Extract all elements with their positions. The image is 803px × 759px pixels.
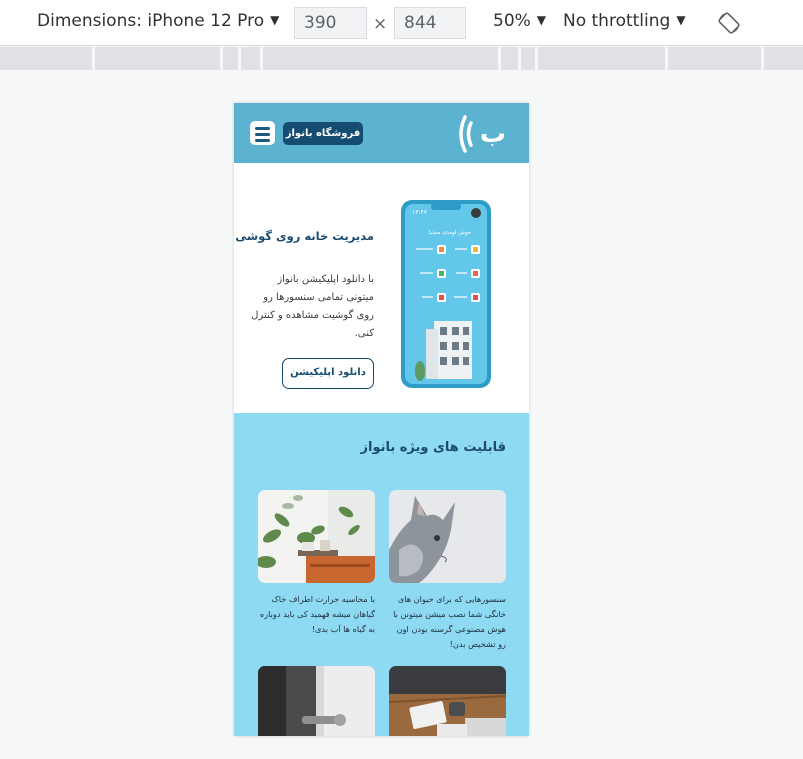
times-separator: × bbox=[373, 14, 388, 34]
logo-letter: ب bbox=[480, 119, 506, 149]
height-input[interactable]: 844 bbox=[394, 7, 466, 39]
chevron-down-icon: ▼ bbox=[676, 13, 686, 27]
zoom-dropdown[interactable]: 50% ▼ bbox=[493, 11, 546, 31]
download-app-button[interactable]: دانلود اپلیکیشن bbox=[282, 358, 374, 389]
chevron-down-icon: ▼ bbox=[536, 13, 547, 27]
phone-greeting: خوش اومدی مجتبا bbox=[429, 230, 471, 236]
card-image-desk[interactable] bbox=[389, 666, 506, 736]
zoom-label: 50% bbox=[493, 11, 531, 31]
throttling-label: No throttling bbox=[563, 11, 671, 31]
features-title: قابلیت های ویژه بانواز bbox=[360, 440, 507, 455]
throttling-dropdown[interactable]: No throttling ▼ bbox=[563, 11, 686, 31]
hero-description: با دانلود اپلیکیشن بانواز میتونی تمامی س… bbox=[251, 274, 374, 339]
width-input[interactable]: 390 bbox=[294, 7, 367, 39]
banavaz-logo[interactable]: ب bbox=[455, 113, 511, 155]
dimensions-label: Dimensions: iPhone 12 Pro bbox=[37, 11, 265, 31]
card-text-cat: سنسورهایی که برای حیوان های خانگی شما نص… bbox=[393, 594, 506, 649]
hamburger-menu-icon[interactable] bbox=[250, 121, 275, 145]
hero-title: مدیریت خانه روی گوشی bbox=[235, 229, 374, 243]
card-text-plants: با محاسبه حرارت اطراف خاک گیاهان میشه فه… bbox=[259, 594, 375, 634]
site-header: فروشگاه بانواز ب bbox=[234, 103, 529, 163]
shop-button[interactable]: فروشگاه بانواز bbox=[283, 122, 363, 145]
features-section: قابلیت های ویژه بانواز سنسورهایی که برای… bbox=[234, 413, 529, 736]
dimensions-dropdown[interactable]: Dimensions: iPhone 12 Pro ▼ bbox=[37, 11, 279, 31]
media-query-ruler[interactable] bbox=[0, 47, 803, 70]
card-image-door-handle[interactable] bbox=[258, 666, 375, 736]
card-image-cat[interactable] bbox=[389, 490, 506, 583]
devtools-device-toolbar: Dimensions: iPhone 12 Pro ▼ 390 × 844 50%… bbox=[0, 0, 803, 46]
chevron-down-icon: ▼ bbox=[270, 13, 280, 27]
rotate-icon[interactable] bbox=[717, 11, 741, 35]
phone-mockup-image: ۱۳:۴۷ خوش اومدی مجتبا bbox=[401, 200, 491, 388]
hero-section: مدیریت خانه روی گوشی با دانلود اپلیکیشن … bbox=[234, 177, 529, 413]
card-image-plants[interactable] bbox=[258, 490, 375, 583]
phone-time: ۱۳:۴۷ bbox=[412, 209, 428, 216]
device-viewport: فروشگاه بانواز ب مدیریت خانه روی گوشی با… bbox=[234, 103, 529, 736]
